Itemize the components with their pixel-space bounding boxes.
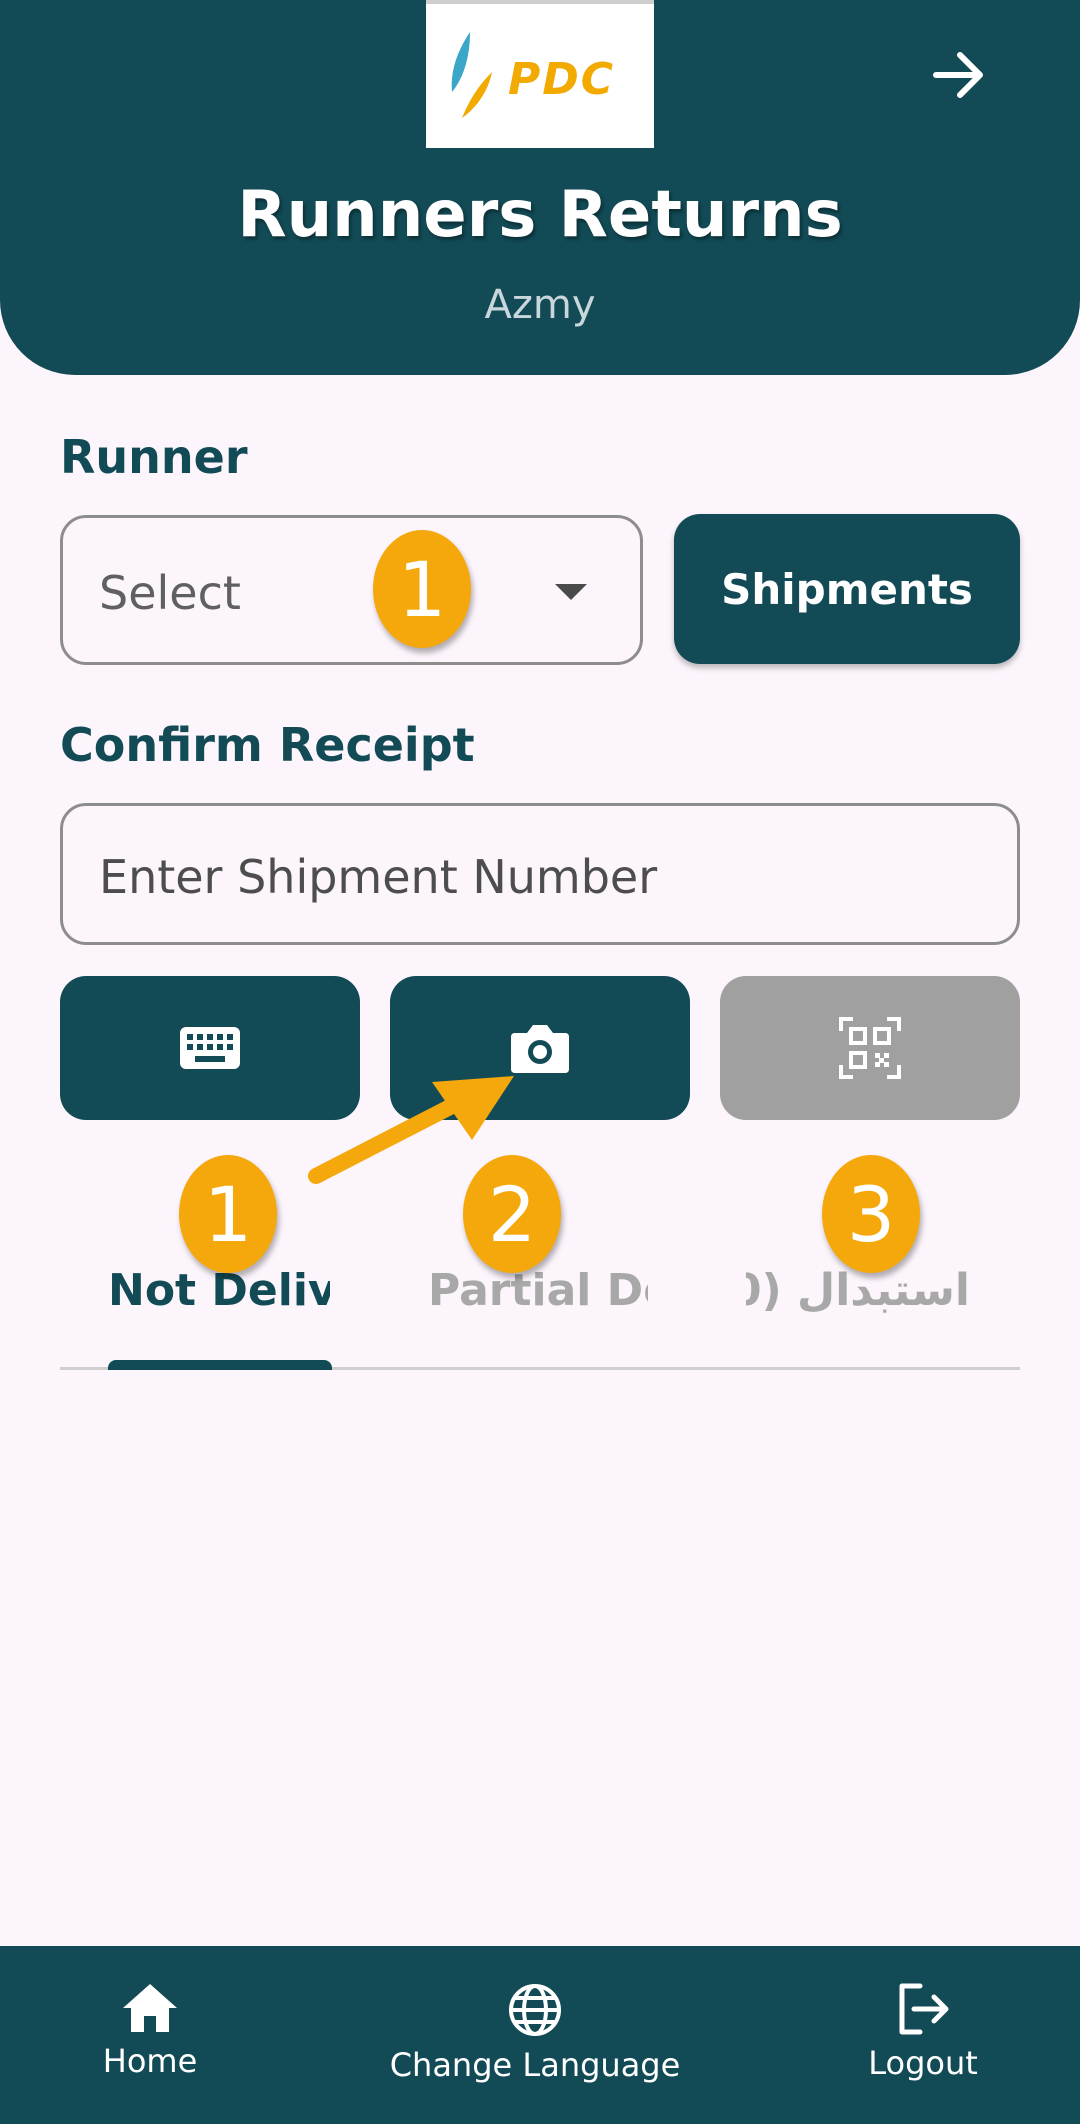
nav-change-language[interactable]: Change Language <box>370 1946 700 2124</box>
brand-logo: PDC <box>426 0 654 148</box>
shipment-number-input[interactable]: Enter Shipment Number <box>60 803 1020 945</box>
annotation-marker: 3 <box>822 1155 920 1273</box>
logout-icon <box>899 1983 949 2035</box>
shipment-number-placeholder: Enter Shipment Number <box>99 850 658 904</box>
nav-logout[interactable]: Logout <box>853 1946 993 2124</box>
leaf-logo-icon <box>451 32 492 118</box>
globe-icon <box>509 1984 561 2036</box>
qr-code-icon <box>839 1017 901 1079</box>
user-name: Azmy <box>484 282 596 328</box>
active-tab-indicator <box>108 1360 332 1370</box>
annotation-marker: 1 <box>373 530 471 648</box>
nav-home-label: Home <box>102 2042 198 2080</box>
runner-select[interactable]: Select <box>60 515 643 665</box>
annotation-marker: 1 <box>179 1155 277 1273</box>
page-title: Runners Returns <box>237 178 843 252</box>
nav-logout-label: Logout <box>868 2044 978 2082</box>
tab-exchange[interactable]: استبدال (0) <box>746 1265 970 1325</box>
qr-scan-button[interactable] <box>720 976 1020 1120</box>
chevron-down-icon <box>555 584 587 600</box>
runner-label: Runner <box>60 430 248 484</box>
nav-home[interactable]: Home <box>80 1946 220 2124</box>
annotation-arrow-icon <box>308 1076 514 1184</box>
nav-change-language-label: Change Language <box>389 2046 681 2084</box>
tab-partial-delivered[interactable]: Partial Delivered <box>428 1265 648 1325</box>
bottom-navigation: Home Change Language Logout <box>0 1946 1080 2124</box>
tab-label: Not Delivered <box>108 1265 330 1316</box>
tab-not-delivered[interactable]: Not Delivered <box>108 1265 330 1325</box>
confirm-receipt-label: Confirm Receipt <box>60 718 475 772</box>
tab-label: استبدال (0) <box>746 1265 970 1316</box>
arrow-right-icon[interactable] <box>925 40 995 110</box>
shipments-button[interactable]: Shipments <box>674 514 1020 664</box>
tab-label: Partial Delivered <box>428 1265 648 1316</box>
brand-logo-text: PDC <box>508 54 616 105</box>
runner-select-value: Select <box>99 566 241 620</box>
keyboard-icon <box>180 1027 240 1069</box>
home-icon <box>123 1984 177 2032</box>
app-header: PDC Runners Returns Azmy <box>0 0 1080 375</box>
